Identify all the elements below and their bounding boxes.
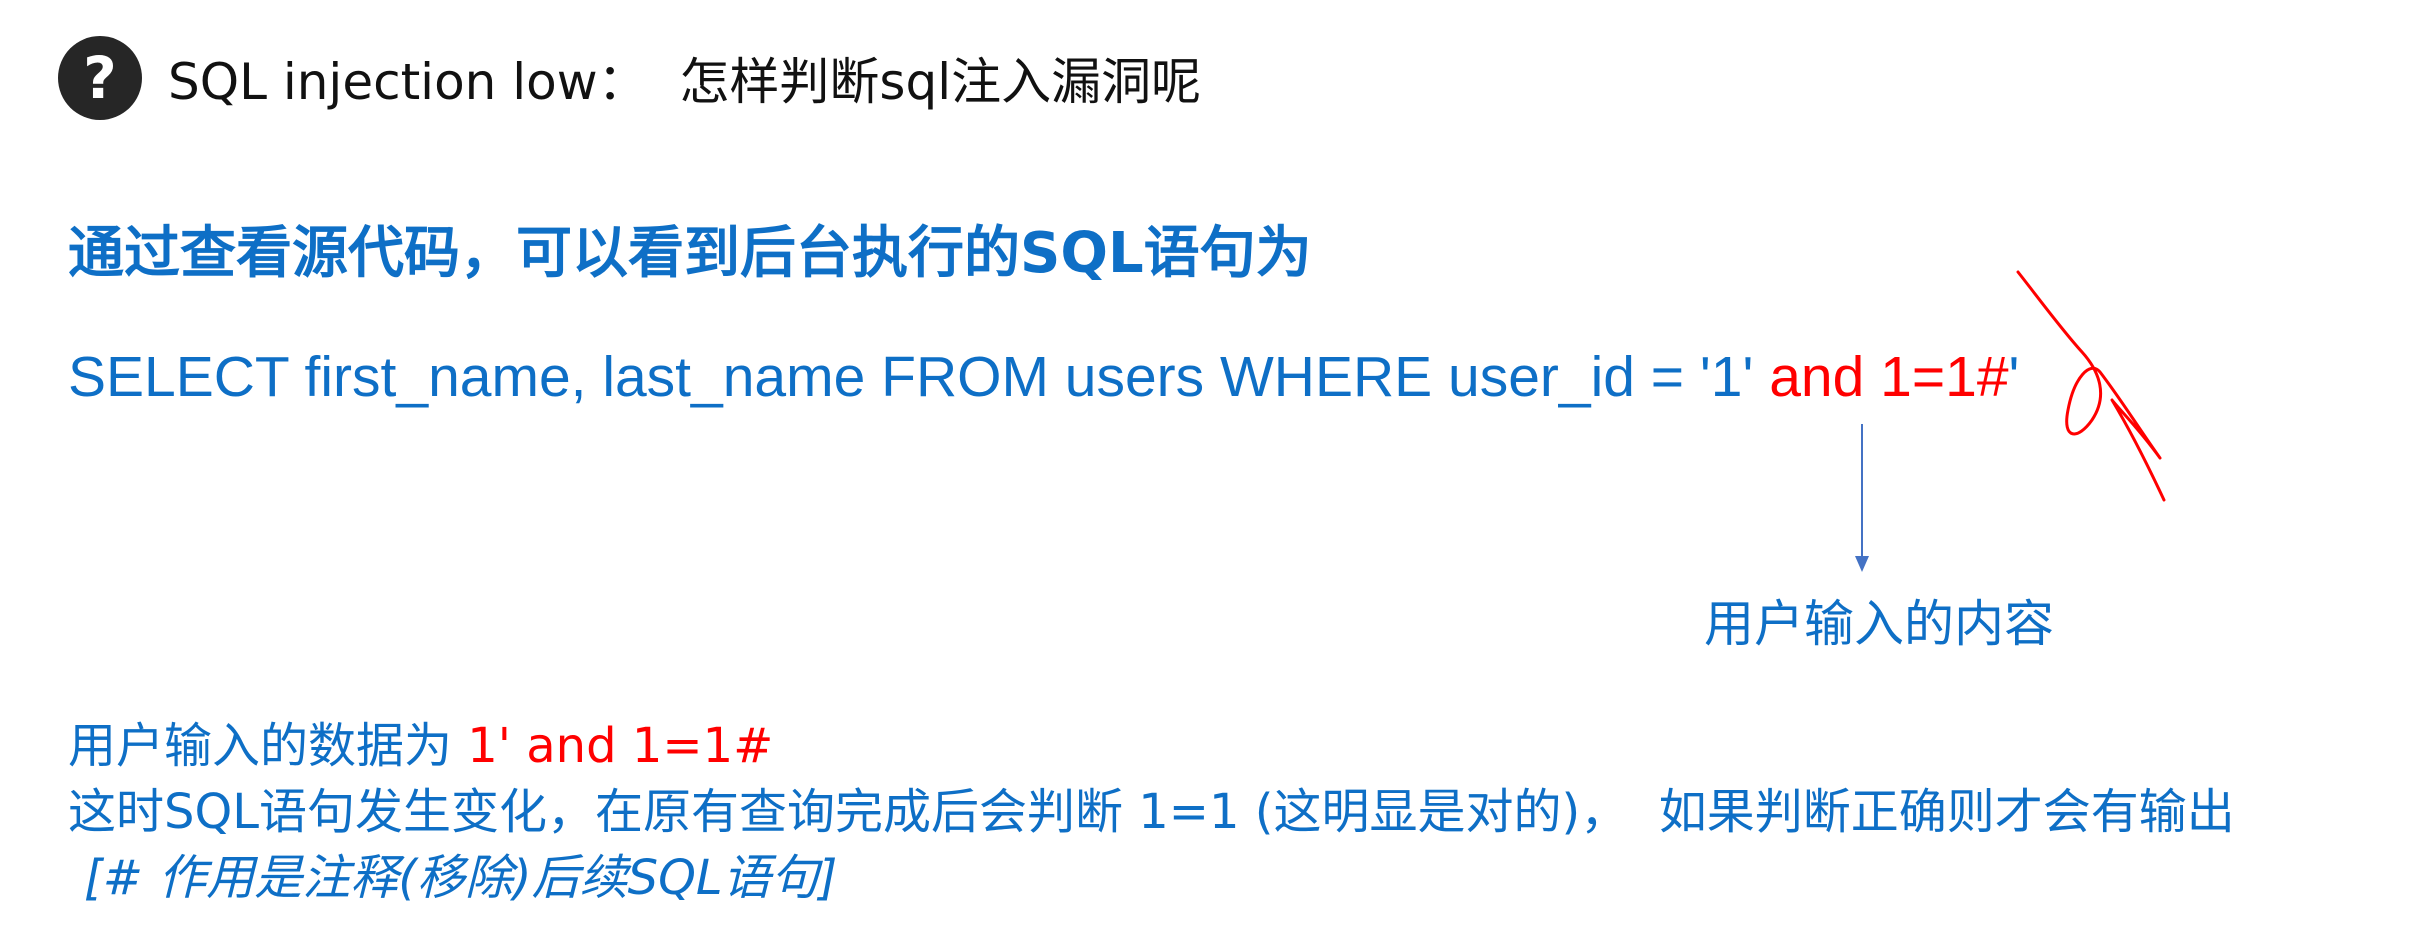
input-data-value: 1' and 1=1# <box>467 718 774 774</box>
handwritten-strike-mark <box>2016 270 2166 502</box>
comment-note: [# 作用是注释(移除)后续SQL语句] <box>84 850 838 906</box>
input-data-line: 用户输入的数据为 1' and 1=1# <box>68 706 773 776</box>
input-data-label: 用户输入的数据为 <box>68 718 468 774</box>
user-input-callout: 用户输入的内容 <box>1704 595 2054 653</box>
explanation-text: 这时SQL语句发生变化，在原有查询完成后会判断 1=1 (这明显是对的)， 如果… <box>68 784 2235 840</box>
arrow-head <box>1855 556 1869 572</box>
